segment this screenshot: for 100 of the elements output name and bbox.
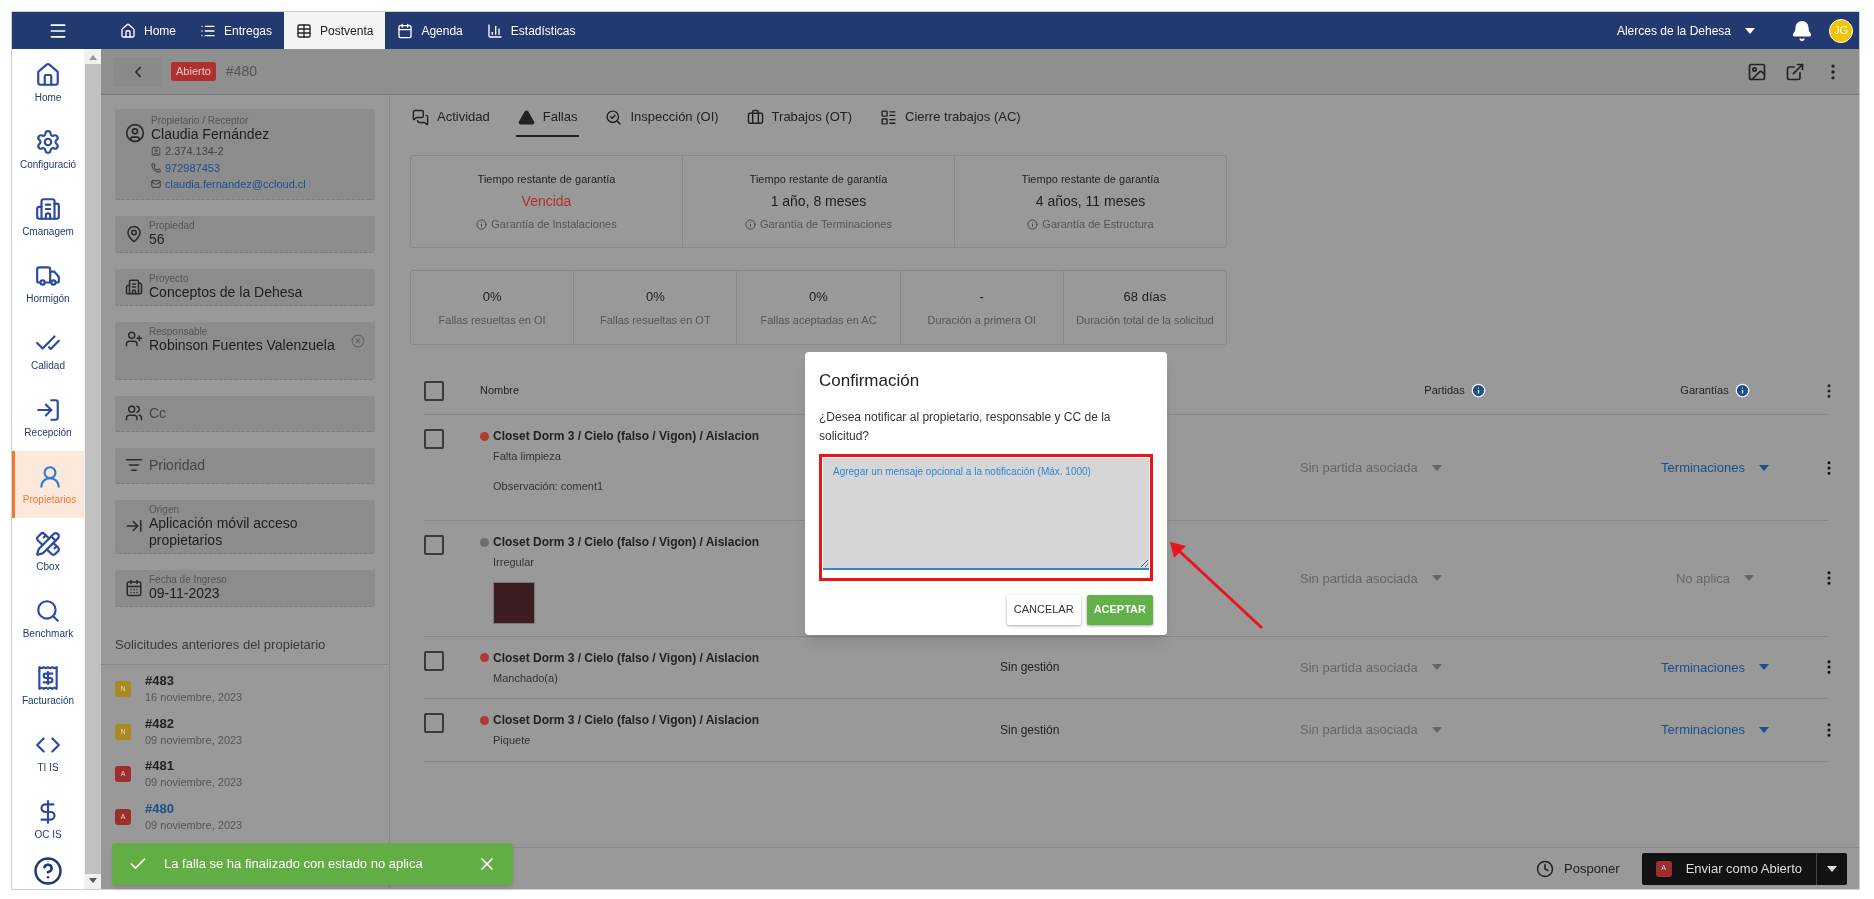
- info-icon: [1027, 218, 1039, 230]
- house-icon: [120, 22, 136, 39]
- nav-tab[interactable]: Agenda: [385, 12, 475, 49]
- checkbox[interactable]: [424, 429, 444, 449]
- field-value: 09-11-2023: [149, 584, 220, 602]
- scroll-down-icon[interactable]: [88, 878, 97, 883]
- caret-icon: [1431, 575, 1442, 582]
- content-tab[interactable]: Trabajos (OT): [744, 99, 854, 137]
- warranty-type: Garantía de Terminaciones: [760, 217, 892, 232]
- metric-label: Duración a primera OI: [927, 313, 1036, 328]
- metric-label: Fallas aceptadas en AC: [760, 313, 877, 328]
- request-link[interactable]: #483: [145, 673, 243, 689]
- toast-message: La falla se ha finalizado con estado no aplica: [164, 855, 424, 874]
- external-link-icon[interactable]: [1785, 61, 1805, 82]
- select-field[interactable]: Prioridad: [115, 447, 375, 484]
- fault-location: Closet Dorm 3 / Cielo (falso / Vigon) / Aislacion: [493, 428, 760, 445]
- caret-icon: [1431, 464, 1442, 471]
- sidebar-item[interactable]: Home: [12, 49, 84, 116]
- scrollbar[interactable]: [84, 49, 101, 889]
- nav-tab[interactable]: Postventa: [284, 12, 386, 49]
- caret-icon: [1431, 726, 1442, 733]
- checkbox[interactable]: [424, 713, 444, 733]
- metric-label: Duración total de la solicitud: [1076, 313, 1214, 328]
- sidebar-label: Hormigón: [26, 292, 70, 305]
- bell-icon[interactable]: [1791, 19, 1813, 42]
- postpone-button[interactable]: Posponer: [1536, 858, 1620, 879]
- field-value: Conceptos de la Dehesa: [149, 283, 303, 301]
- warranty-time: Vencida: [521, 192, 572, 211]
- checklist-icon: [880, 108, 897, 126]
- sidebar-label: Recepción: [24, 426, 72, 439]
- metric-value: 0%: [645, 287, 665, 306]
- nav-tab[interactable]: Entregas: [188, 12, 285, 49]
- sidebar-item[interactable]: Calidad: [12, 317, 84, 384]
- request-link[interactable]: #482: [145, 715, 243, 732]
- fault-type: Irregular: [493, 555, 535, 570]
- users-icon: [125, 404, 143, 422]
- checkbox[interactable]: [424, 380, 444, 401]
- cancel-button[interactable]: CANCELAR: [1006, 594, 1081, 625]
- add-user-icon: [125, 329, 143, 348]
- warranty-select[interactable]: Terminaciones: [1661, 457, 1769, 478]
- help-icon[interactable]: [33, 856, 63, 886]
- building-icon: [35, 195, 61, 222]
- calendar-icon: [397, 22, 414, 39]
- content-tab[interactable]: Inspección (OI): [603, 99, 721, 137]
- sidebar-item[interactable]: Cmanagem: [12, 183, 84, 250]
- request-date: 09 noviembre, 2023: [145, 732, 243, 748]
- caret-icon: [1758, 726, 1769, 733]
- id-card-icon: [151, 146, 161, 157]
- checkbox[interactable]: [424, 650, 444, 671]
- sidebar-item[interactable]: OC IS: [12, 786, 84, 853]
- sidebar-item[interactable]: Configuració: [12, 116, 84, 183]
- sidebar-item[interactable]: Facturación: [12, 652, 84, 719]
- content-tab[interactable]: Actividad: [410, 99, 492, 137]
- field-value: 56: [149, 230, 165, 248]
- sidebar-item[interactable]: Hormigón: [12, 250, 84, 317]
- sidebar-item[interactable]: Cbox: [12, 518, 84, 585]
- status-cell-text: Sin gestión: [1000, 659, 1061, 677]
- calendar-icon: [125, 578, 143, 597]
- field-value: Aplicación móvil acceso propietarios: [149, 514, 299, 549]
- photo-placeholder[interactable]: [493, 581, 535, 624]
- caret-icon: [1758, 664, 1769, 671]
- gear-icon: [35, 128, 61, 155]
- owner-rut: 2.374.134-2: [165, 144, 224, 159]
- sidebar-item[interactable]: Benchmark: [12, 585, 84, 652]
- select-field[interactable]: Cc: [115, 395, 375, 432]
- nav-tab[interactable]: Home: [108, 12, 188, 49]
- sidebar-label: TI IS: [37, 761, 59, 774]
- message-field[interactable]: Agregar un mensaje opcional a la notificación (Máx. 1000): [823, 457, 1149, 570]
- content-tab[interactable]: Cierre trabajos (AC): [878, 99, 1023, 137]
- sidebar-label: Calidad: [31, 359, 65, 372]
- caret-icon: [1745, 27, 1755, 34]
- project-selector[interactable]: Alerces de la Dehesa: [1616, 21, 1755, 40]
- nav-tab[interactable]: Estadísticas: [474, 12, 588, 49]
- request-link[interactable]: #480: [145, 800, 243, 817]
- field-placeholder: Cc: [149, 403, 167, 423]
- field-value: Robinson Fuentes Valenzuela: [149, 336, 336, 354]
- house-icon: [35, 61, 61, 88]
- info-icon: [745, 218, 757, 230]
- caret-icon: [1744, 575, 1755, 582]
- sidebar-label: Configuració: [19, 158, 77, 171]
- warranty-type: Garantía de Instalaciones: [491, 217, 617, 232]
- request-number: #480: [225, 62, 257, 81]
- request-date: 16 noviembre, 2023: [145, 690, 243, 705]
- field-value: Claudia Fernández: [151, 126, 271, 143]
- checkbox[interactable]: [424, 535, 444, 555]
- warranty-select[interactable]: Terminaciones: [1661, 657, 1769, 677]
- search-icon: [605, 108, 623, 126]
- sidebar-item[interactable]: TI IS: [12, 719, 84, 786]
- search-icon: [35, 597, 61, 624]
- column-header: Partidas: [1424, 383, 1465, 399]
- info-icon[interactable]: [1734, 383, 1750, 398]
- caret-icon: [1431, 664, 1442, 671]
- request-date: 09 noviembre, 2023: [145, 817, 243, 833]
- warranty-select[interactable]: Terminaciones: [1661, 720, 1769, 740]
- warranty-title: Tiempo restante de garantía: [1021, 171, 1160, 187]
- content-tab[interactable]: Fallas: [515, 99, 580, 137]
- image-frame-icon[interactable]: [1747, 61, 1767, 82]
- request-link[interactable]: #481: [145, 758, 243, 774]
- sidebar-item[interactable]: Recepción: [12, 384, 84, 451]
- info-icon[interactable]: [1470, 383, 1486, 398]
